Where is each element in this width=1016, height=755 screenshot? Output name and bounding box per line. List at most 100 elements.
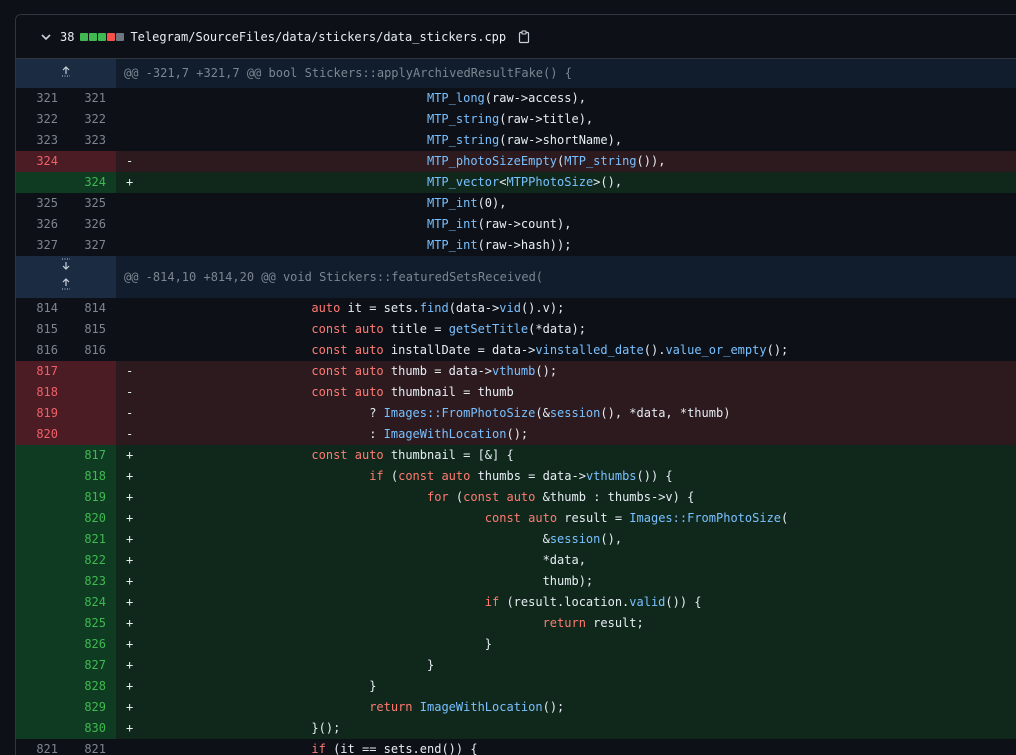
diff-line: 824 + if (result.location.valid()) { bbox=[16, 592, 1016, 613]
old-line-number[interactable]: 814 bbox=[16, 298, 66, 319]
code-line: MTP_vector<MTPPhotoSize>(), bbox=[138, 172, 1016, 193]
code-line: const auto result = Images::FromPhotoSiz… bbox=[138, 508, 1016, 529]
code-line: MTP_int(raw->count), bbox=[138, 214, 1016, 235]
new-line-number[interactable]: 814 bbox=[66, 298, 116, 319]
file-path[interactable]: Telegram/SourceFiles/data/stickers/data_… bbox=[130, 30, 506, 44]
diff-sign bbox=[116, 739, 138, 755]
code-line: return ImageWithLocation(); bbox=[138, 697, 1016, 718]
old-line-number[interactable] bbox=[16, 718, 66, 739]
old-line-number[interactable] bbox=[16, 172, 66, 193]
chevron-down-icon[interactable] bbox=[38, 29, 54, 45]
new-line-number[interactable] bbox=[66, 382, 116, 403]
diff-line: 821 + &session(), bbox=[16, 529, 1016, 550]
new-line-number[interactable]: 826 bbox=[66, 634, 116, 655]
old-line-number[interactable]: 322 bbox=[16, 109, 66, 130]
new-line-number[interactable]: 815 bbox=[66, 319, 116, 340]
new-line-number[interactable]: 818 bbox=[66, 466, 116, 487]
code-line: if (it == sets.end()) { bbox=[138, 739, 1016, 755]
new-line-number[interactable]: 825 bbox=[66, 613, 116, 634]
diff-line: 324 - MTP_photoSizeEmpty(MTP_string()), bbox=[16, 151, 1016, 172]
code-line: : ImageWithLocation(); bbox=[138, 424, 1016, 445]
new-line-number[interactable] bbox=[66, 424, 116, 445]
old-line-number[interactable] bbox=[16, 550, 66, 571]
new-line-number[interactable]: 322 bbox=[66, 109, 116, 130]
diff-sign bbox=[116, 214, 138, 235]
old-line-number[interactable]: 325 bbox=[16, 193, 66, 214]
new-line-number[interactable]: 817 bbox=[66, 445, 116, 466]
old-line-number[interactable]: 817 bbox=[16, 361, 66, 382]
diffstat-bar bbox=[80, 32, 125, 41]
old-line-number[interactable]: 816 bbox=[16, 340, 66, 361]
diff-line: 827 + } bbox=[16, 655, 1016, 676]
new-line-number[interactable]: 816 bbox=[66, 340, 116, 361]
new-line-number[interactable]: 823 bbox=[66, 571, 116, 592]
new-line-number[interactable]: 830 bbox=[66, 718, 116, 739]
new-line-number[interactable]: 326 bbox=[66, 214, 116, 235]
old-line-number[interactable]: 818 bbox=[16, 382, 66, 403]
new-line-number[interactable]: 827 bbox=[66, 655, 116, 676]
copy-icon[interactable] bbox=[516, 29, 532, 45]
old-line-number[interactable] bbox=[16, 466, 66, 487]
old-line-number[interactable]: 819 bbox=[16, 403, 66, 424]
new-line-number[interactable]: 820 bbox=[66, 508, 116, 529]
diff-line: 820 - : ImageWithLocation(); bbox=[16, 424, 1016, 445]
diff-sign bbox=[116, 298, 138, 319]
diff-line: 818 - const auto thumbnail = thumb bbox=[16, 382, 1016, 403]
new-line-number[interactable]: 819 bbox=[66, 487, 116, 508]
new-line-number[interactable] bbox=[66, 403, 116, 424]
new-line-number[interactable]: 829 bbox=[66, 697, 116, 718]
old-line-number[interactable]: 327 bbox=[16, 235, 66, 256]
new-line-number[interactable]: 821 bbox=[66, 529, 116, 550]
old-line-number[interactable]: 326 bbox=[16, 214, 66, 235]
code-line: MTP_string(raw->shortName), bbox=[138, 130, 1016, 151]
new-line-number[interactable] bbox=[66, 151, 116, 172]
new-line-number[interactable]: 821 bbox=[66, 739, 116, 755]
old-line-number[interactable] bbox=[16, 634, 66, 655]
diff-sign: + bbox=[116, 613, 138, 634]
new-line-number[interactable]: 824 bbox=[66, 592, 116, 613]
old-line-number[interactable]: 820 bbox=[16, 424, 66, 445]
diff-sign: + bbox=[116, 529, 138, 550]
old-line-number[interactable] bbox=[16, 445, 66, 466]
old-line-number[interactable]: 321 bbox=[16, 88, 66, 109]
diff-file: 38 Telegram/SourceFiles/data/stickers/da… bbox=[15, 14, 1016, 755]
new-line-number[interactable] bbox=[66, 361, 116, 382]
new-line-number[interactable]: 325 bbox=[66, 193, 116, 214]
diff-line: 819 + for (const auto &thumb : thumbs->v)… bbox=[16, 487, 1016, 508]
diff-sign: + bbox=[116, 655, 138, 676]
new-line-number[interactable]: 324 bbox=[66, 172, 116, 193]
expand-both-icon[interactable] bbox=[16, 256, 116, 298]
file-header: 38 Telegram/SourceFiles/data/stickers/da… bbox=[16, 15, 1016, 59]
code-line: MTP_int(0), bbox=[138, 193, 1016, 214]
old-line-number[interactable] bbox=[16, 697, 66, 718]
code-line: MTP_photoSizeEmpty(MTP_string()), bbox=[138, 151, 1016, 172]
old-line-number[interactable]: 324 bbox=[16, 151, 66, 172]
old-line-number[interactable]: 323 bbox=[16, 130, 66, 151]
old-line-number[interactable] bbox=[16, 571, 66, 592]
diff-line: 817 + const auto thumbnail = [&] { bbox=[16, 445, 1016, 466]
old-line-number[interactable] bbox=[16, 676, 66, 697]
old-line-number[interactable] bbox=[16, 592, 66, 613]
old-line-number[interactable] bbox=[16, 529, 66, 550]
code-line: const auto thumbnail = thumb bbox=[138, 382, 1016, 403]
code-line: if (const auto thumbs = data->vthumbs())… bbox=[138, 466, 1016, 487]
code-line: if (result.location.valid()) { bbox=[138, 592, 1016, 613]
old-line-number[interactable]: 815 bbox=[16, 319, 66, 340]
old-line-number[interactable] bbox=[16, 487, 66, 508]
new-line-number[interactable]: 321 bbox=[66, 88, 116, 109]
code-line: } bbox=[138, 634, 1016, 655]
new-line-number[interactable]: 323 bbox=[66, 130, 116, 151]
expand-up-icon[interactable] bbox=[16, 59, 116, 88]
old-line-number[interactable] bbox=[16, 613, 66, 634]
new-line-number[interactable]: 327 bbox=[66, 235, 116, 256]
old-line-number[interactable]: 821 bbox=[16, 739, 66, 755]
old-line-number[interactable] bbox=[16, 655, 66, 676]
diff-sign bbox=[116, 340, 138, 361]
diff-sign: + bbox=[116, 676, 138, 697]
new-line-number[interactable]: 828 bbox=[66, 676, 116, 697]
new-line-number[interactable]: 822 bbox=[66, 550, 116, 571]
code-line: for (const auto &thumb : thumbs->v) { bbox=[138, 487, 1016, 508]
diff-line: 814 814 auto it = sets.find(data->vid().v… bbox=[16, 298, 1016, 319]
old-line-number[interactable] bbox=[16, 508, 66, 529]
diff-line: 324 + MTP_vector<MTPPhotoSize>(), bbox=[16, 172, 1016, 193]
